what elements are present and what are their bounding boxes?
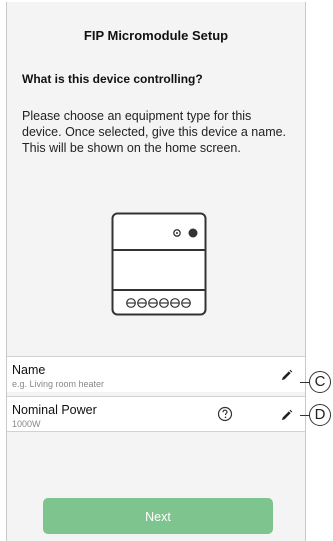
nominal-power-value: 1000W <box>12 419 41 429</box>
name-label: Name <box>12 363 46 377</box>
setup-screen: FIP Micromodule Setup What is this devic… <box>6 2 306 541</box>
nominal-power-label: Nominal Power <box>12 403 97 417</box>
micromodule-device-icon <box>111 212 207 316</box>
name-placeholder: e.g. Living room heater <box>12 379 105 389</box>
next-button[interactable]: Next <box>43 498 273 534</box>
callout-d: D <box>309 404 331 426</box>
instructions-text: Please choose an equipment type for this… <box>22 109 287 155</box>
pencil-icon[interactable] <box>280 409 293 422</box>
nominal-power-field[interactable]: Nominal Power 1000W <box>7 396 305 432</box>
pencil-icon[interactable] <box>280 369 293 382</box>
page-title: FIP Micromodule Setup <box>83 28 229 43</box>
name-field[interactable]: Name e.g. Living room heater <box>7 356 305 392</box>
help-icon[interactable] <box>217 406 233 422</box>
question-heading: What is this device controlling? <box>22 72 203 86</box>
callout-c: C <box>309 371 331 393</box>
